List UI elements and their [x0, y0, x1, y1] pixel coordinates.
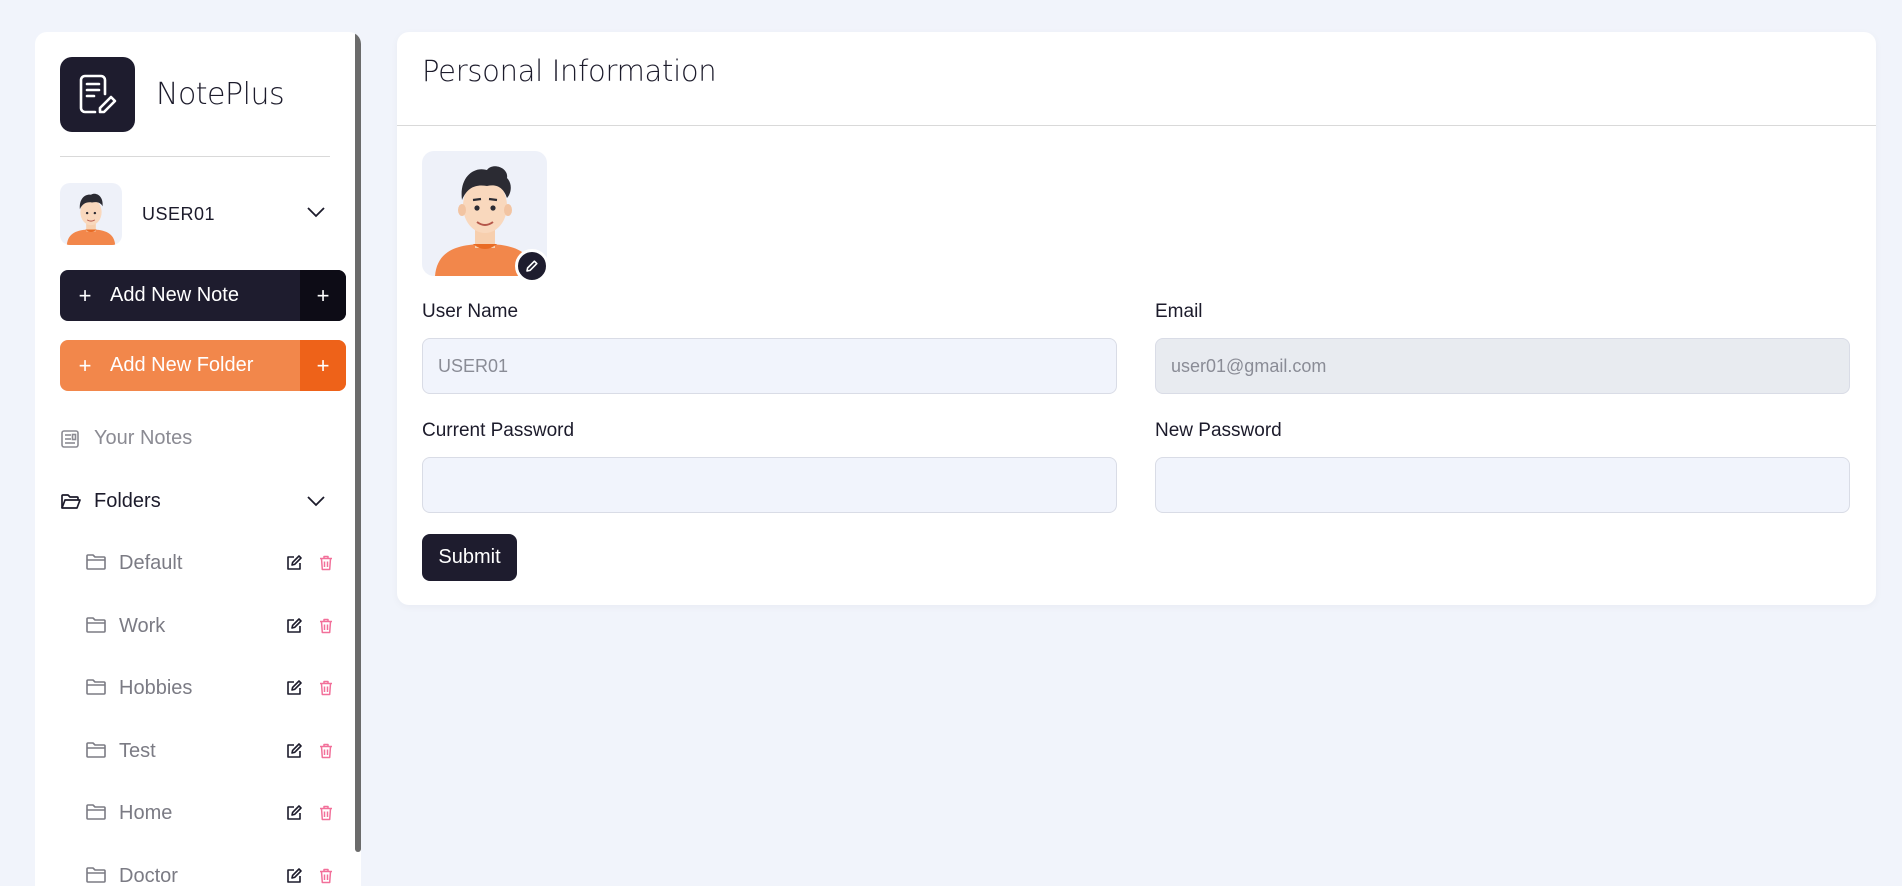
brand[interactable]: NotePlus	[60, 57, 285, 132]
folder-name: Work	[119, 614, 166, 637]
edit-icon[interactable]	[285, 679, 303, 697]
avatar	[60, 183, 122, 245]
brand-divider	[60, 156, 330, 157]
folder-item[interactable]: Hobbies	[85, 677, 335, 740]
user-menu[interactable]: USER01	[60, 182, 330, 246]
trash-icon[interactable]	[317, 554, 335, 572]
trash-icon[interactable]	[317, 617, 335, 635]
folder-name: Default	[119, 552, 183, 574]
folder-open-icon	[60, 491, 82, 513]
trash-icon[interactable]	[317, 867, 335, 885]
sidebar-item-label: Folders	[94, 490, 161, 512]
trash-icon[interactable]	[317, 804, 335, 822]
card-divider	[397, 125, 1876, 126]
sidebar: NotePlus USER01 + Add New Note + + Add N…	[35, 32, 361, 886]
folder-item[interactable]: Test	[85, 740, 335, 803]
folder-item[interactable]: Doctor	[85, 865, 335, 886]
folder-name: Test	[119, 739, 156, 762]
folder-item[interactable]: Default	[85, 552, 335, 615]
sidebar-user-name: USER01	[142, 203, 216, 224]
new-password-field[interactable]	[1155, 457, 1850, 513]
email-label: Email	[1155, 301, 1203, 322]
edit-icon[interactable]	[285, 617, 303, 635]
folder-item[interactable]: Work	[85, 615, 335, 678]
app-name: NotePlus	[156, 77, 285, 112]
folder-name: Home	[119, 802, 173, 824]
sidebar-item-your-notes[interactable]: Your Notes	[60, 427, 330, 450]
plus-icon: +	[300, 340, 346, 391]
folder-icon	[85, 677, 109, 699]
current-password-field[interactable]	[422, 457, 1117, 513]
plus-icon: +	[300, 270, 346, 321]
email-field: user01@gmail.com	[1155, 338, 1850, 394]
add-folder-button[interactable]: + Add New Folder +	[60, 340, 346, 391]
trash-icon[interactable]	[317, 742, 335, 760]
edit-icon[interactable]	[285, 867, 303, 885]
folder-item[interactable]: Home	[85, 802, 335, 865]
sidebar-item-folders[interactable]: Folders	[60, 490, 330, 513]
submit-button[interactable]: Submit	[422, 534, 517, 581]
chevron-down-icon[interactable]	[306, 490, 326, 513]
folder-name: Doctor	[119, 864, 178, 886]
page-title: Personal Information	[422, 54, 717, 88]
pencil-icon	[526, 260, 538, 272]
folder-icon	[85, 552, 109, 574]
folder-icon	[85, 802, 109, 824]
notes-icon	[60, 428, 82, 450]
sidebar-item-label: Your Notes	[94, 427, 193, 449]
chevron-down-icon[interactable]	[306, 205, 326, 223]
folder-icon	[85, 740, 109, 762]
edit-avatar-button[interactable]	[515, 249, 549, 283]
folder-icon	[85, 615, 109, 637]
plus-icon: +	[78, 352, 92, 378]
edit-icon[interactable]	[285, 742, 303, 760]
new-password-label: New Password	[1155, 420, 1282, 441]
current-password-label: Current Password	[422, 420, 575, 441]
edit-icon[interactable]	[285, 804, 303, 822]
add-folder-label: Add New Folder	[110, 354, 254, 376]
username-field[interactable]: USER01	[422, 338, 1117, 394]
edit-icon[interactable]	[285, 554, 303, 572]
personal-info-card: Personal Information User Name USER01 Em…	[397, 32, 1876, 605]
note-edit-icon	[60, 57, 135, 132]
folder-name: Hobbies	[119, 677, 193, 699]
folder-list: Default Work Hobbies Test Home Doctor	[85, 552, 335, 886]
plus-icon: +	[78, 282, 92, 308]
folder-icon	[85, 865, 109, 886]
trash-icon[interactable]	[317, 679, 335, 697]
add-note-button[interactable]: + Add New Note +	[60, 270, 346, 321]
add-note-label: Add New Note	[110, 284, 239, 306]
username-label: User Name	[422, 301, 519, 322]
sidebar-scrollbar[interactable]	[355, 32, 361, 852]
